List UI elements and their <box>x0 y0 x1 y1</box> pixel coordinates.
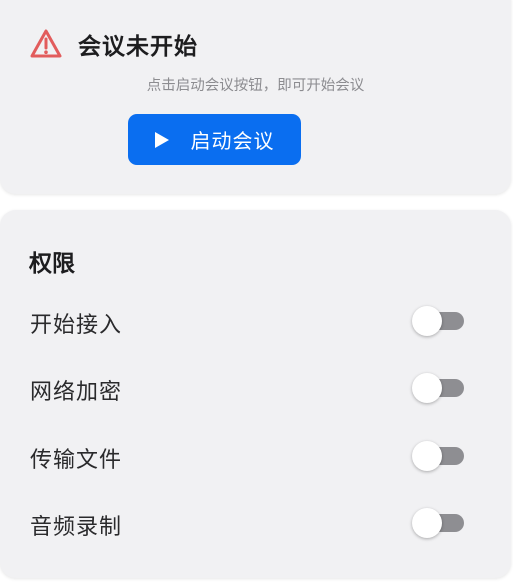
start-meeting-button[interactable]: 启动会议 <box>128 114 301 165</box>
permission-row-audio-recording: 音频录制 <box>0 503 511 543</box>
permission-row-access: 开始接入 <box>0 301 511 341</box>
toggle-thumb <box>412 306 442 336</box>
permission-label: 网络加密 <box>30 380 123 405</box>
meeting-status-card: 会议未开始 点击启动会议按钮，即可开始会议 启动会议 <box>0 0 511 194</box>
permissions-card: 权限 开始接入 网络加密 传输文件 音频录制 <box>0 210 511 578</box>
toggle-thumb <box>412 373 442 403</box>
audio-recording-toggle[interactable] <box>412 508 464 538</box>
permission-row-file-transfer: 传输文件 <box>0 436 511 476</box>
status-title: 会议未开始 <box>78 34 198 60</box>
permission-label: 传输文件 <box>30 448 123 473</box>
encryption-toggle[interactable] <box>412 373 464 403</box>
permissions-title: 权限 <box>29 251 75 277</box>
play-icon <box>154 131 169 148</box>
access-toggle[interactable] <box>412 306 464 336</box>
permission-label: 音频录制 <box>30 515 123 540</box>
warning-icon <box>30 28 62 60</box>
status-hint-text: 点击启动会议按钮，即可开始会议 <box>0 74 511 95</box>
permission-row-encryption: 网络加密 <box>0 368 511 408</box>
status-header: 会议未开始 <box>30 26 198 62</box>
file-transfer-toggle[interactable] <box>412 441 464 471</box>
toggle-thumb <box>412 441 442 471</box>
toggle-thumb <box>412 508 442 538</box>
status-hint-label: 点击启动会议按钮，即可开始会议 <box>146 78 365 94</box>
permission-label: 开始接入 <box>30 313 123 338</box>
start-meeting-label: 启动会议 <box>190 129 275 153</box>
